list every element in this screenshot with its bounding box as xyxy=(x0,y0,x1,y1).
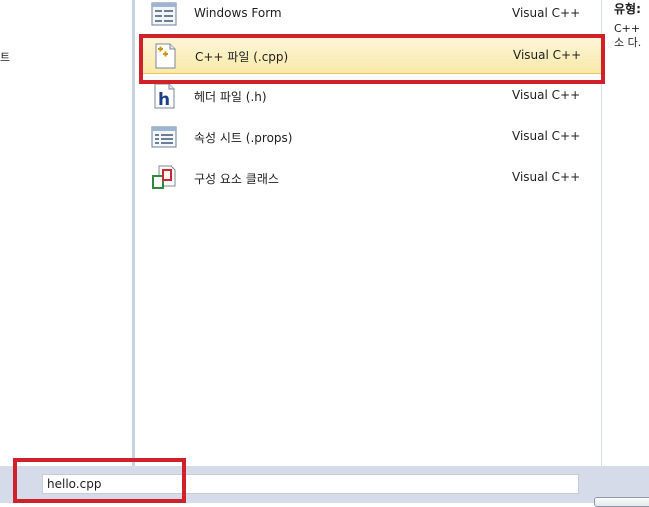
add-button[interactable] xyxy=(594,497,649,507)
template-row-header-file[interactable]: h 헤더 파일 (.h) Visual C++ xyxy=(140,77,602,115)
component-class-icon xyxy=(152,165,176,189)
file-name-input[interactable] xyxy=(42,474,579,494)
template-name: Windows Form xyxy=(194,6,282,20)
template-name: 구성 요소 클래스 xyxy=(194,172,279,186)
info-type-label: 유형: xyxy=(614,2,641,16)
template-name: C++ 파일 (.cpp) xyxy=(195,50,289,64)
template-row-component-class[interactable]: 구성 요소 클래스 Visual C++ xyxy=(140,159,602,197)
template-name: 속성 시트 (.props) xyxy=(194,131,293,145)
template-language: Visual C++ xyxy=(512,88,581,102)
template-row-cpp-file[interactable]: C++ 파일 (.cpp) Visual C++ xyxy=(140,36,602,74)
form-icon xyxy=(151,2,177,26)
template-name: 헤더 파일 (.h) xyxy=(194,90,267,104)
property-sheet-icon xyxy=(151,126,177,148)
template-language: Visual C++ xyxy=(512,129,581,143)
template-row-windows-form[interactable]: Windows Form Visual C++ xyxy=(140,0,602,33)
template-info-pane: 유형: C++ 소 다. xyxy=(602,0,649,466)
cpp-file-icon xyxy=(155,43,176,69)
info-description: C++ 소 다. xyxy=(614,22,642,49)
template-language: Visual C++ xyxy=(513,48,582,62)
svg-text:h: h xyxy=(158,90,170,110)
category-label[interactable]: 트 xyxy=(0,49,10,65)
header-file-icon: h xyxy=(154,83,175,110)
template-language: Visual C++ xyxy=(512,6,581,20)
template-list: Windows Form Visual C++ C++ 파일 (.cpp) Vi… xyxy=(135,0,602,466)
template-row-property-sheet[interactable]: 속성 시트 (.props) Visual C++ xyxy=(140,118,602,156)
template-language: Visual C++ xyxy=(512,170,581,184)
template-category-pane: 트 xyxy=(0,0,132,466)
